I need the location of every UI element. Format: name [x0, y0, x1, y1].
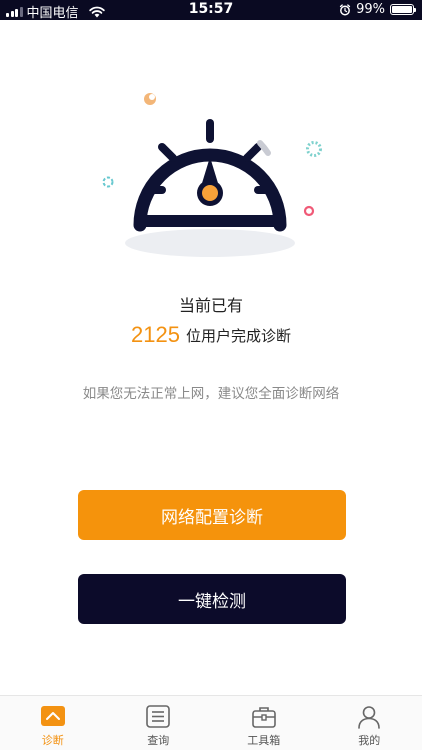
decor-ring-pink: [303, 205, 315, 217]
gauge-highlight: [257, 140, 271, 156]
decor-ring-teal: [102, 176, 114, 188]
tab-mine[interactable]: 我的: [317, 696, 422, 750]
tab-label: 查询: [147, 734, 170, 747]
tab-bar: 诊断 查询 工具箱 我的: [0, 695, 422, 750]
list-icon: [146, 705, 171, 728]
toolbox-icon: [251, 707, 276, 728]
status-right: 99%: [339, 2, 416, 17]
gauge-icon: [40, 706, 65, 726]
status-bar: 中国电信 15:57 99%: [0, 0, 422, 21]
tab-label: 我的: [358, 734, 381, 747]
tab-toolbox[interactable]: 工具箱: [211, 696, 317, 750]
user-count: 2125: [131, 322, 180, 347]
alarm-icon: [339, 3, 351, 15]
gauge-tick-right: [243, 143, 262, 162]
diagnose-title: 当前已有: [178, 296, 243, 315]
speedometer-illustration: [102, 93, 322, 257]
tab-label: 诊断: [41, 734, 64, 747]
gauge-hub-center: [202, 185, 218, 201]
tab-query[interactable]: 查询: [106, 696, 212, 750]
gauge-shadow: [125, 229, 295, 257]
decor-sun-teal: [306, 141, 322, 157]
user-icon: [358, 706, 381, 729]
one-click-check-button[interactable]: 一键检测: [78, 574, 346, 624]
battery-percent: 99%: [356, 2, 385, 17]
network-config-button[interactable]: 网络配置诊断: [78, 490, 346, 540]
gauge-tick-left: [158, 143, 177, 162]
tab-label: 工具箱: [247, 734, 281, 747]
user-count-suffix: 位用户完成诊断: [185, 326, 291, 345]
diagnose-hint: 如果您无法正常上网，建议您全面诊断网络: [82, 386, 340, 402]
tab-diagnose[interactable]: 诊断: [0, 696, 106, 750]
battery-icon: [390, 4, 416, 15]
user-count-line: 2125 位用户完成诊断: [0, 322, 422, 348]
